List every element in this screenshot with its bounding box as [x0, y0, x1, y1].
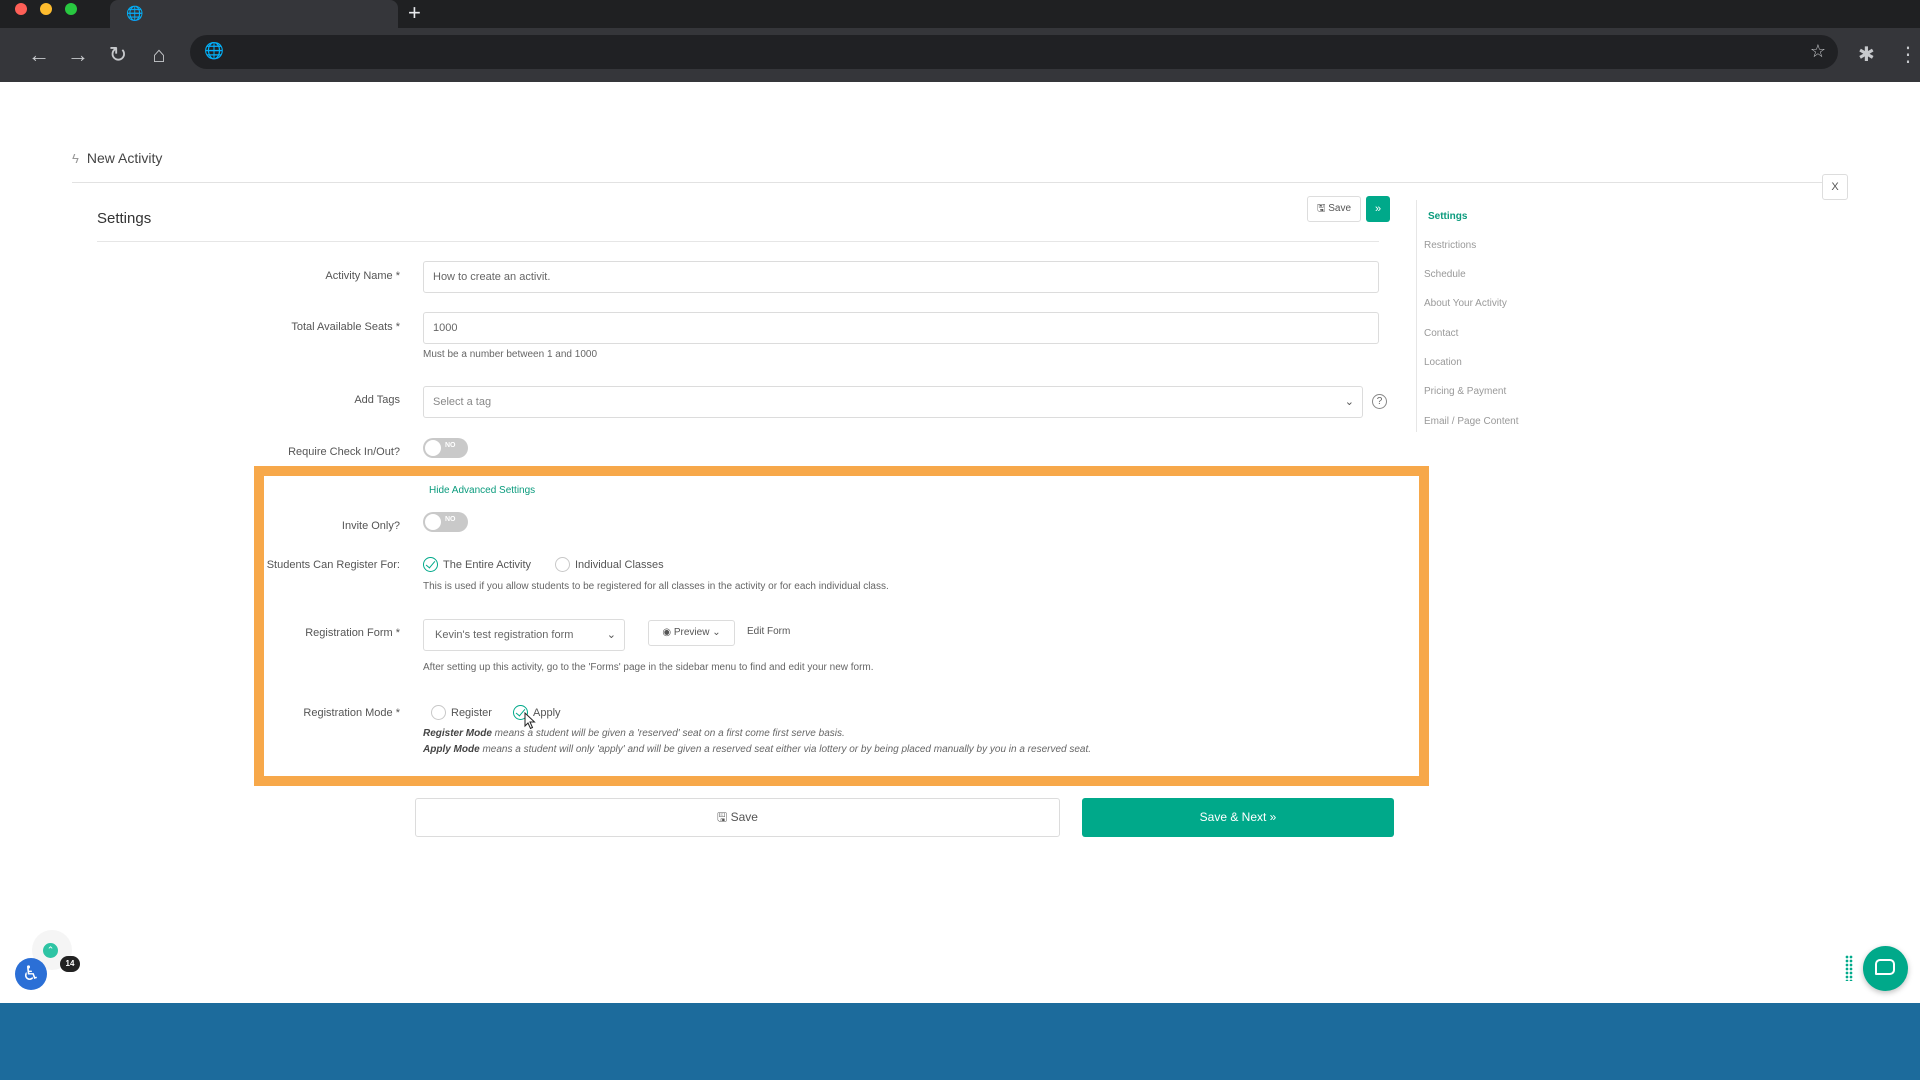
save-and-next-button[interactable]: Save & Next »	[1082, 798, 1394, 837]
footer-band	[0, 1003, 1920, 1080]
invite-only-label: Invite Only?	[341, 520, 400, 532]
toggle-knob	[425, 440, 441, 456]
register-for-label: Students Can Register For:	[266, 559, 400, 571]
address-bar[interactable]: 🌐 ☆	[190, 35, 1838, 69]
check-in-label: Require Check In/Out?	[288, 446, 400, 458]
sidebar-item-email[interactable]: Email / Page Content	[1424, 416, 1519, 427]
maximize-window-button[interactable]	[65, 3, 77, 15]
radio-entire-activity[interactable]	[423, 557, 438, 572]
bookmark-star-icon[interactable]: ☆	[1810, 41, 1826, 62]
arrow-up-icon: ⌃	[43, 943, 58, 958]
radio-register[interactable]	[431, 705, 446, 720]
register-mode-description: Register Mode means a student will be gi…	[423, 728, 845, 739]
toggle-knob	[425, 514, 441, 530]
toggle-text: NO	[445, 516, 456, 523]
invite-only-toggle[interactable]: NO	[423, 512, 468, 532]
radio-individual-classes[interactable]	[555, 557, 570, 572]
sidebar-item-contact[interactable]: Contact	[1424, 328, 1458, 339]
activity-name-label: Activity Name *	[325, 270, 400, 282]
register-mode-term: Register Mode	[423, 728, 492, 739]
sidebar-item-schedule[interactable]: Schedule	[1424, 269, 1466, 280]
section-title: Settings	[97, 210, 152, 227]
seats-label: Total Available Seats *	[291, 321, 400, 333]
chat-bubble-icon	[1875, 959, 1895, 975]
edit-form-link[interactable]: Edit Form	[747, 626, 790, 637]
registration-form-label: Registration Form *	[305, 627, 400, 639]
close-button[interactable]: X	[1822, 174, 1848, 200]
chevron-down-icon: ⌄	[709, 627, 721, 638]
page-title: ϟ New Activity	[72, 150, 162, 166]
tags-label: Add Tags	[354, 394, 400, 406]
registration-form-select[interactable]: Kevin's test registration form ⌄	[423, 619, 625, 651]
accessibility-icon[interactable]: ♿	[15, 958, 47, 990]
help-icon[interactable]: ?	[1372, 394, 1387, 409]
apply-mode-text: means a student will only 'apply' and wi…	[479, 744, 1092, 755]
apply-mode-term: Apply Mode	[423, 744, 480, 755]
registration-mode-label: Registration Mode *	[303, 707, 400, 719]
minimize-window-button[interactable]	[40, 3, 52, 15]
divider	[72, 182, 1822, 183]
hide-advanced-link[interactable]: Hide Advanced Settings	[429, 485, 535, 496]
back-icon[interactable]: ←	[22, 38, 56, 72]
activity-name-input[interactable]: How to create an activit.	[423, 261, 1379, 293]
browser-tab[interactable]: 🌐	[110, 0, 398, 28]
globe-icon: 🌐	[204, 43, 224, 60]
extensions-icon[interactable]: ✱	[1858, 38, 1875, 72]
entire-activity-label: The Entire Activity	[443, 559, 532, 571]
registration-form-value: Kevin's test registration form	[435, 629, 574, 641]
register-for-help: This is used if you allow students to be…	[423, 581, 889, 592]
notification-count-badge: 14	[60, 956, 80, 972]
chevron-down-icon: ⌄	[606, 629, 616, 641]
chat-button[interactable]	[1863, 946, 1908, 991]
toggle-text: NO	[445, 442, 456, 449]
register-label: Register	[451, 707, 492, 719]
chevron-down-icon: ⌄	[1344, 396, 1354, 408]
apply-mode-description: Apply Mode means a student will only 'ap…	[423, 744, 1091, 755]
save-label: Save	[730, 810, 758, 824]
tags-select[interactable]: Select a tag ⌄	[423, 386, 1363, 418]
section-divider	[97, 241, 1379, 242]
tags-placeholder: Select a tag	[433, 396, 492, 408]
save-button-top[interactable]: 🖫 Save	[1307, 196, 1361, 222]
register-mode-text: means a student will be given a 'reserve…	[491, 728, 845, 739]
browser-toolbar: ← → ↻ ⌂ 🌐 ☆ ✱ ⋮	[0, 28, 1920, 82]
save-button[interactable]: 🖫 Save	[415, 798, 1060, 837]
save-label: Save	[1328, 203, 1352, 214]
floppy-icon: 🖫	[1316, 203, 1329, 214]
sidebar-item-pricing[interactable]: Pricing & Payment	[1424, 386, 1506, 397]
check-in-toggle[interactable]: NO	[423, 438, 468, 458]
reload-icon[interactable]: ↻	[101, 38, 135, 72]
bolt-icon: ϟ	[72, 151, 79, 166]
close-window-button[interactable]	[15, 3, 27, 15]
drag-handle-icon[interactable]	[1845, 955, 1853, 981]
page-title-text: New Activity	[86, 150, 163, 166]
individual-classes-label: Individual Classes	[575, 559, 664, 571]
registration-form-help: After setting up this activity, go to th…	[423, 662, 874, 673]
preview-button[interactable]: ◉ Preview ⌄	[648, 620, 735, 646]
browser-tab-bar: 🌐 +	[0, 0, 1920, 28]
sidebar-divider	[1416, 200, 1417, 432]
preview-label: Preview	[673, 627, 710, 638]
sidebar-item-settings[interactable]: Settings	[1428, 211, 1467, 222]
eye-icon: ◉	[662, 627, 674, 638]
sidebar-item-location[interactable]: Location	[1424, 357, 1462, 368]
new-tab-button[interactable]: +	[408, 2, 421, 24]
seats-help: Must be a number between 1 and 1000	[423, 349, 598, 360]
globe-icon: 🌐	[126, 5, 144, 21]
home-icon[interactable]: ⌂	[142, 38, 176, 72]
next-button-top[interactable]: »	[1366, 196, 1390, 222]
browser-menu-icon[interactable]: ⋮	[1898, 38, 1918, 72]
forward-icon[interactable]: →	[61, 38, 95, 72]
seats-input[interactable]: 1000	[423, 312, 1379, 344]
sidebar-item-restrictions[interactable]: Restrictions	[1424, 240, 1476, 251]
floppy-icon: 🖫	[717, 810, 731, 824]
apply-label: Apply	[533, 707, 561, 719]
sidebar-item-about[interactable]: About Your Activity	[1424, 298, 1507, 309]
